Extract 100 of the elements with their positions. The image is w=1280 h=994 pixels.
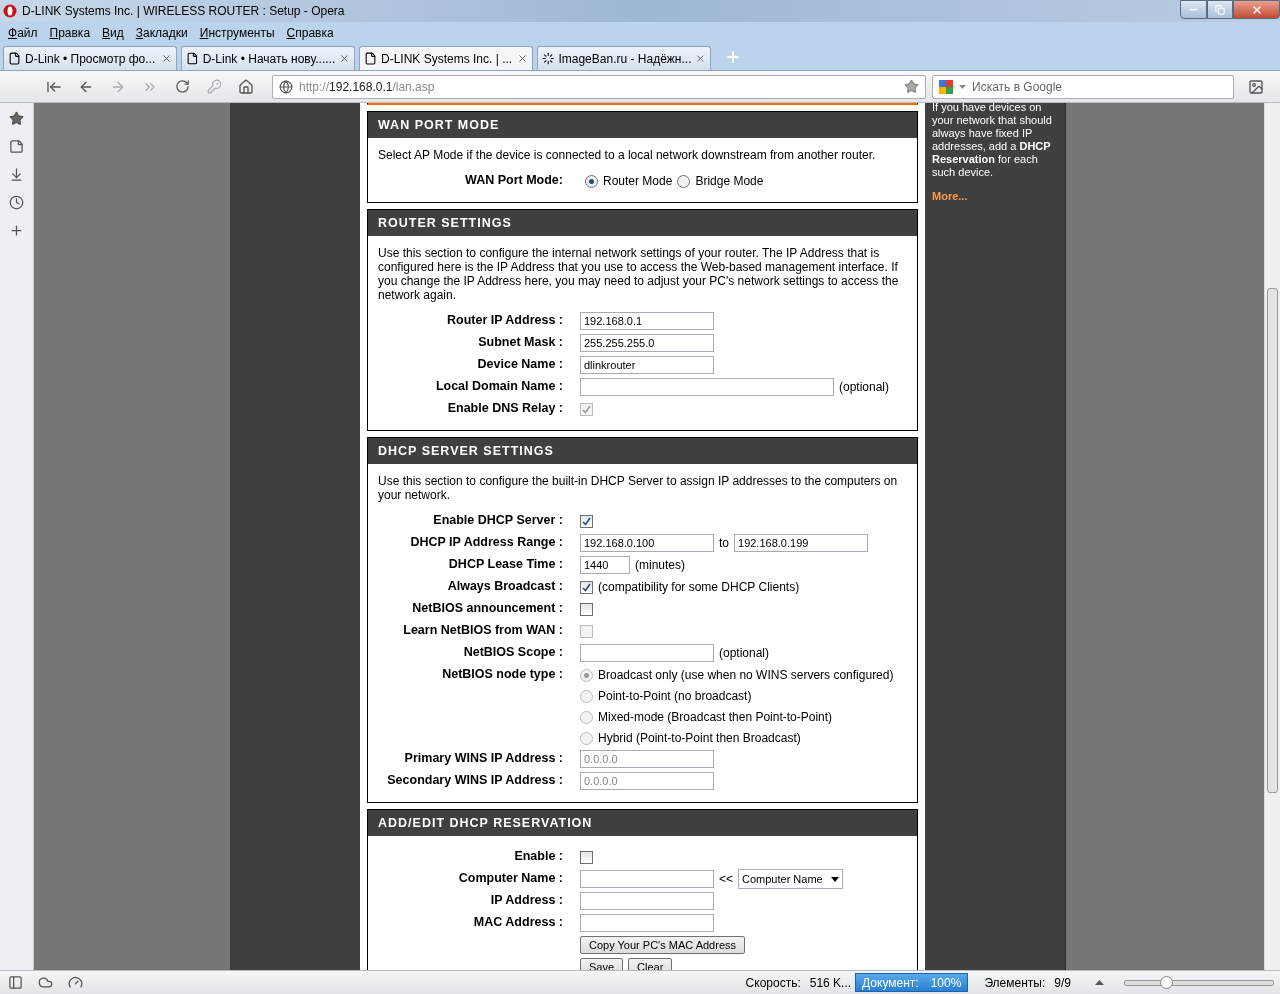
note-icon[interactable]	[9, 139, 24, 154]
elements-value: 9/9	[1054, 975, 1071, 990]
close-icon[interactable]	[695, 53, 706, 64]
input-field[interactable]: 192.168.0.1	[580, 312, 714, 330]
browser-tab[interactable]: ImageBan.ru - Надёжн...	[537, 46, 711, 70]
input-field[interactable]	[580, 644, 714, 662]
field-label: Local Domain Name :	[434, 378, 563, 395]
field-label: Device Name :	[476, 356, 563, 373]
speed-value: 516 K...	[809, 975, 852, 990]
field-label: Primary WINS IP Address :	[403, 750, 563, 767]
input-field[interactable]	[580, 870, 714, 888]
range-joiner: to	[719, 536, 729, 550]
browser-tab[interactable]: D-Link • Начать нову......	[181, 46, 355, 70]
slider-thumb[interactable]	[1160, 975, 1174, 989]
help-text: If you have devices on your network that should always have fixed IP addresses, add a DHCP Reservation for each such device.	[932, 101, 1053, 179]
browser-logo-icon	[3, 4, 17, 18]
field-label: NetBIOS node type :	[441, 666, 563, 683]
input-field[interactable]: dlinkrouter	[580, 356, 714, 374]
input-field[interactable]	[580, 892, 714, 910]
loading-icon	[542, 52, 555, 65]
section-title: ROUTER SETTINGS	[368, 210, 917, 236]
field-label: DHCP Lease Time :	[447, 556, 563, 573]
radio-button[interactable]	[677, 174, 691, 188]
close-icon[interactable]	[161, 53, 172, 64]
menu-item[interactable]: Справка	[280, 26, 340, 40]
input-field[interactable]: 192.168.0.199	[734, 534, 868, 552]
field-label: Enable DNS Relay :	[446, 400, 563, 417]
computer-name-select[interactable]: Computer Name	[738, 869, 843, 889]
globe-icon	[279, 79, 293, 94]
field-label: WAN Port Mode:	[464, 172, 563, 189]
close-button[interactable]	[1233, 0, 1280, 19]
input-field[interactable]	[580, 914, 714, 932]
field-label: Always Broadcast :	[446, 578, 563, 595]
copy-arrows: <<	[719, 872, 733, 886]
restore-icon	[1215, 4, 1225, 15]
section-description: Use this section to configure the built-in DHCP Server to assign IP addresses to the computers on your network.	[378, 474, 899, 502]
search-field[interactable]: Искать в Google	[932, 74, 1234, 99]
close-icon	[1250, 3, 1263, 16]
radio-label: Bridge Mode	[695, 174, 764, 188]
search-engine-icon	[939, 79, 953, 94]
checkbox[interactable]	[580, 850, 593, 864]
section-title: WAN PORT MODE	[368, 112, 917, 138]
document-label: Документ:	[862, 975, 919, 990]
menu-item[interactable]: Правка	[43, 26, 97, 40]
field-label: Subnet Mask :	[477, 334, 563, 351]
star-icon[interactable]	[9, 111, 24, 126]
address-field[interactable]: http://192.168.0.1/lan.asp	[272, 74, 926, 99]
speed-label: Скорость:	[745, 975, 801, 990]
radio-label: Hybrid (Point-to-Point then Broadcast)	[598, 731, 801, 745]
menu-item[interactable]: Инструменты	[193, 26, 281, 40]
more-link[interactable]: More...	[932, 190, 968, 202]
checkbox[interactable]	[580, 514, 593, 528]
minimize-button[interactable]	[1180, 0, 1207, 19]
image-icon[interactable]	[1248, 78, 1264, 95]
radio-label: Broadcast only (use when no WINS servers configured)	[598, 668, 894, 682]
checkbox[interactable]	[580, 602, 593, 616]
form-button[interactable]: Copy Your PC's MAC Address	[580, 936, 745, 954]
field-note: (optional)	[719, 646, 770, 660]
scrollbar[interactable]	[1264, 103, 1280, 970]
radio-label: Router Mode	[603, 174, 673, 188]
field-label: IP Address :	[489, 892, 563, 909]
close-icon[interactable]	[339, 53, 350, 64]
radio-button[interactable]	[585, 174, 598, 188]
field-label: DHCP IP Address Range :	[409, 534, 563, 551]
panel-toggle-icon	[7, 975, 23, 990]
input-field[interactable]: 255.255.255.0	[580, 334, 714, 352]
field-label: NetBIOS announcement :	[411, 600, 563, 617]
browser-tab[interactable]: D-Link • Просмотр фо...	[3, 46, 177, 70]
zoom-slider[interactable]	[1124, 979, 1274, 986]
input-field[interactable]: 192.168.0.100	[580, 534, 714, 552]
checkbox[interactable]	[580, 580, 593, 594]
clock-icon[interactable]	[9, 195, 24, 210]
menu-item[interactable]: Вид	[96, 26, 130, 40]
menu-item[interactable]: Закладки	[129, 26, 194, 40]
close-icon[interactable]	[517, 53, 528, 64]
field-label: Router IP Address :	[446, 312, 563, 329]
field-label: NetBIOS Scope :	[462, 644, 563, 661]
field-label: Learn NetBIOS from WAN :	[402, 622, 563, 639]
field-label: Computer Name :	[457, 870, 563, 887]
bookmark-star-icon[interactable]	[904, 79, 919, 94]
maximize-button[interactable]	[1207, 0, 1233, 19]
field-note: (minutes)	[635, 558, 685, 572]
field-note: (optional)	[839, 380, 890, 394]
page-icon	[186, 52, 199, 65]
elements-label: Элементы:	[984, 975, 1046, 990]
field-label: Enable :	[513, 848, 563, 865]
speedometer-icon	[67, 975, 83, 990]
input-field[interactable]	[580, 378, 834, 396]
window-title: D-LINK Systems Inc. | WIRELESS ROUTER : Setup - Opera	[22, 4, 346, 18]
add-icon[interactable]	[9, 223, 24, 238]
section-title: DHCP SERVER SETTINGS	[368, 438, 917, 464]
home-icon	[238, 78, 254, 95]
browser-tab[interactable]: D-LINK Systems Inc. | ...	[359, 46, 533, 70]
document-value: 100%	[930, 975, 962, 990]
triangle-icon[interactable]	[1095, 980, 1104, 985]
menu-item[interactable]: Файл	[2, 26, 44, 40]
input-field[interactable]: 1440	[580, 556, 630, 574]
download-icon[interactable]	[9, 167, 24, 182]
field-label: MAC Address :	[472, 914, 563, 931]
radio-label: Point-to-Point (no broadcast)	[598, 689, 752, 703]
